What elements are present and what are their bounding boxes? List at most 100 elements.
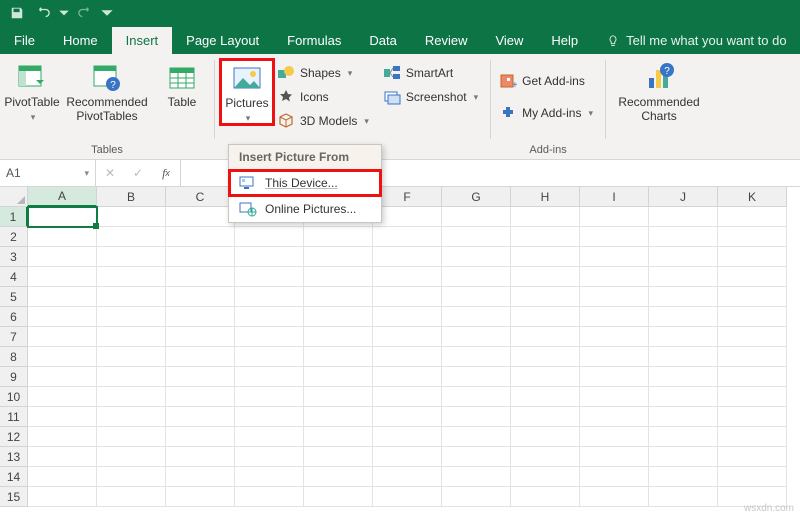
cell[interactable] xyxy=(442,467,511,487)
cell[interactable] xyxy=(442,247,511,267)
smartart-button[interactable]: SmartArt xyxy=(381,62,484,84)
my-addins-button[interactable]: My Add-ins▾ xyxy=(497,102,599,124)
cell[interactable] xyxy=(442,447,511,467)
cell[interactable] xyxy=(28,447,97,467)
cell[interactable] xyxy=(580,307,649,327)
cell[interactable] xyxy=(235,387,304,407)
tab-data[interactable]: Data xyxy=(355,27,410,54)
cell[interactable] xyxy=(235,407,304,427)
cell[interactable] xyxy=(304,487,373,507)
cell[interactable] xyxy=(511,207,580,227)
this-device-item[interactable]: This Device... xyxy=(229,170,381,196)
row-header[interactable]: 6 xyxy=(0,307,28,327)
cell[interactable] xyxy=(373,267,442,287)
cell[interactable] xyxy=(166,467,235,487)
cell[interactable] xyxy=(304,447,373,467)
cell[interactable] xyxy=(304,307,373,327)
cell[interactable] xyxy=(235,307,304,327)
cell[interactable] xyxy=(97,267,166,287)
name-box[interactable]: A1 ▾ xyxy=(0,160,96,186)
cell[interactable] xyxy=(235,347,304,367)
cell[interactable] xyxy=(28,467,97,487)
save-icon[interactable] xyxy=(6,2,28,24)
cell[interactable] xyxy=(28,487,97,507)
row-header[interactable]: 7 xyxy=(0,327,28,347)
cell[interactable] xyxy=(373,407,442,427)
cell[interactable] xyxy=(235,367,304,387)
cell[interactable] xyxy=(166,247,235,267)
enter-formula-button[interactable]: ✓ xyxy=(124,160,152,186)
cell[interactable] xyxy=(373,447,442,467)
cell[interactable] xyxy=(235,227,304,247)
cell[interactable] xyxy=(304,327,373,347)
cell[interactable] xyxy=(649,267,718,287)
cell[interactable] xyxy=(373,427,442,447)
cell[interactable] xyxy=(649,307,718,327)
cell[interactable] xyxy=(373,387,442,407)
cell[interactable] xyxy=(97,307,166,327)
cell[interactable] xyxy=(442,367,511,387)
cell[interactable] xyxy=(373,287,442,307)
cell[interactable] xyxy=(304,467,373,487)
cell[interactable] xyxy=(166,427,235,447)
column-header[interactable]: F xyxy=(373,187,442,207)
cell[interactable] xyxy=(97,287,166,307)
column-header[interactable]: C xyxy=(166,187,235,207)
recommended-charts-button[interactable]: ? Recommended Charts xyxy=(612,60,706,124)
cell[interactable] xyxy=(718,387,787,407)
row-header[interactable]: 2 xyxy=(0,227,28,247)
cell[interactable] xyxy=(580,267,649,287)
cell[interactable] xyxy=(718,347,787,367)
cell[interactable] xyxy=(718,207,787,227)
cell[interactable] xyxy=(28,247,97,267)
cell[interactable] xyxy=(580,467,649,487)
row-header[interactable]: 14 xyxy=(0,467,28,487)
cell[interactable] xyxy=(28,287,97,307)
row-header[interactable]: 15 xyxy=(0,487,28,507)
cell[interactable] xyxy=(718,267,787,287)
chevron-down-icon[interactable] xyxy=(58,2,70,24)
cell[interactable] xyxy=(511,287,580,307)
cell[interactable] xyxy=(166,307,235,327)
cell[interactable] xyxy=(511,447,580,467)
tab-view[interactable]: View xyxy=(481,27,537,54)
row-header[interactable]: 13 xyxy=(0,447,28,467)
cell[interactable] xyxy=(28,367,97,387)
row-header[interactable]: 5 xyxy=(0,287,28,307)
cell[interactable] xyxy=(28,307,97,327)
pivottable-button[interactable]: PivotTable ▾ xyxy=(6,60,58,122)
cell[interactable] xyxy=(442,227,511,247)
cell[interactable] xyxy=(718,327,787,347)
cell[interactable] xyxy=(97,487,166,507)
cell[interactable] xyxy=(373,307,442,327)
cell[interactable] xyxy=(442,307,511,327)
cell[interactable] xyxy=(442,427,511,447)
tab-formulas[interactable]: Formulas xyxy=(273,27,355,54)
cell[interactable] xyxy=(649,327,718,347)
column-header[interactable]: I xyxy=(580,187,649,207)
pictures-button[interactable]: Pictures ▾ xyxy=(221,60,273,124)
cell[interactable] xyxy=(442,407,511,427)
cell[interactable] xyxy=(511,467,580,487)
cell[interactable] xyxy=(580,387,649,407)
cell[interactable] xyxy=(235,327,304,347)
cell[interactable] xyxy=(442,387,511,407)
redo-icon[interactable] xyxy=(74,2,96,24)
cell[interactable] xyxy=(580,287,649,307)
tab-file[interactable]: File xyxy=(0,27,49,54)
cell[interactable] xyxy=(373,247,442,267)
online-pictures-item[interactable]: Online Pictures... xyxy=(229,196,381,222)
cell[interactable] xyxy=(28,207,97,227)
column-header[interactable]: H xyxy=(511,187,580,207)
cell[interactable] xyxy=(28,387,97,407)
row-header[interactable]: 8 xyxy=(0,347,28,367)
cell[interactable] xyxy=(511,407,580,427)
cell[interactable] xyxy=(511,367,580,387)
shapes-button[interactable]: Shapes▾ xyxy=(275,62,375,84)
cell[interactable] xyxy=(511,387,580,407)
cell[interactable] xyxy=(166,487,235,507)
cell[interactable] xyxy=(304,287,373,307)
cell[interactable] xyxy=(373,207,442,227)
cell[interactable] xyxy=(166,387,235,407)
cell[interactable] xyxy=(373,327,442,347)
